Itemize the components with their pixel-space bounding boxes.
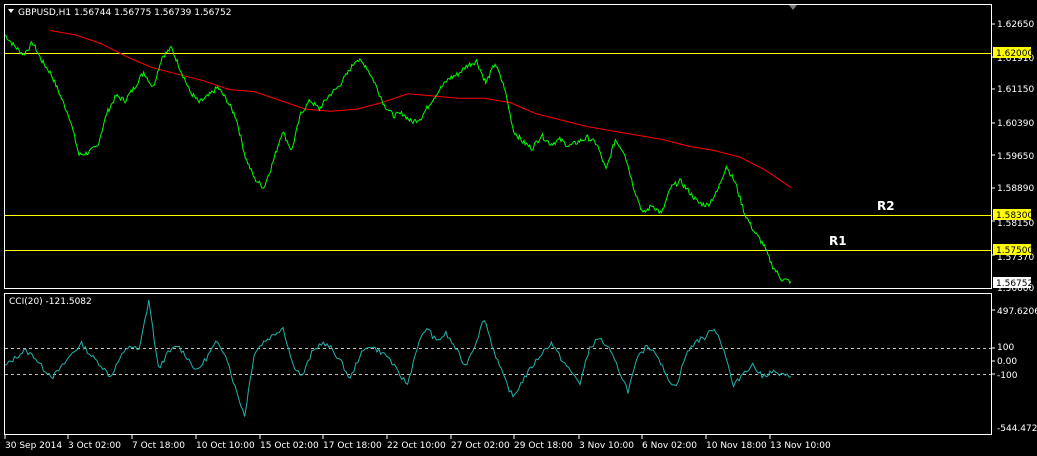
price-tick: 1.60390 [997, 119, 1034, 129]
time-tick: 29 Oct 18:00 [514, 441, 573, 451]
level-tag-value: 1.57500 [996, 246, 1033, 256]
cci-tick: -544.4729 [997, 424, 1037, 434]
symbol-info: GBPUSD,H1 1.56744 1.56775 1.56739 1.5675… [18, 8, 231, 18]
level-label-r2: R2 [877, 199, 895, 213]
level-tag-r2: 1.58300 [993, 209, 1033, 221]
level-label-r1: R1 [829, 234, 847, 248]
price-tick: 1.58890 [997, 184, 1034, 194]
time-tick: 15 Oct 02:00 [260, 441, 319, 451]
time-tick: 27 Oct 02:00 [451, 441, 510, 451]
current-price: 1.56752 [996, 279, 1033, 289]
time-tick: 30 Sep 2014 [5, 441, 62, 451]
level-tag-value: 1.62000 [996, 49, 1033, 59]
time-tick: 3 Oct 02:00 [68, 441, 121, 451]
cci-title: CCI(20) -121.5082 [9, 297, 92, 307]
cci-tick: 497.6206 [997, 307, 1037, 317]
time-tick: 7 Oct 18:00 [132, 441, 185, 451]
time-tick: 22 Oct 10:00 [387, 441, 446, 451]
chart-canvas[interactable]: GBPUSD,H1 1.56744 1.56775 1.56739 1.5675… [0, 0, 1037, 456]
cci-tick: 100 [997, 343, 1014, 353]
time-tick: 6 Nov 02:00 [642, 441, 697, 451]
price-tick: 1.61150 [997, 85, 1034, 95]
cci-tick: -100 [997, 371, 1018, 381]
time-tick: 17 Oct 18:00 [323, 441, 382, 451]
time-tick: 3 Nov 10:00 [579, 441, 634, 451]
current-price-tag: 1.56752 [993, 277, 1033, 289]
level-tag-r1: 1.57500 [993, 244, 1033, 256]
level-tag-1: 1.62000 [993, 47, 1033, 59]
price-tick: 1.62650 [997, 20, 1034, 30]
time-tick: 13 Nov 10:00 [770, 441, 831, 451]
time-tick: 10 Oct 10:00 [196, 441, 255, 451]
time-tick: 10 Nov 18:00 [706, 441, 767, 451]
level-tag-value: 1.58300 [996, 211, 1033, 221]
symbol-menu[interactable]: GBPUSD,H1 1.56744 1.56775 1.56739 1.5675… [8, 8, 231, 18]
price-tick: 1.59650 [997, 152, 1034, 162]
cci-tick: 0.00 [997, 357, 1017, 367]
